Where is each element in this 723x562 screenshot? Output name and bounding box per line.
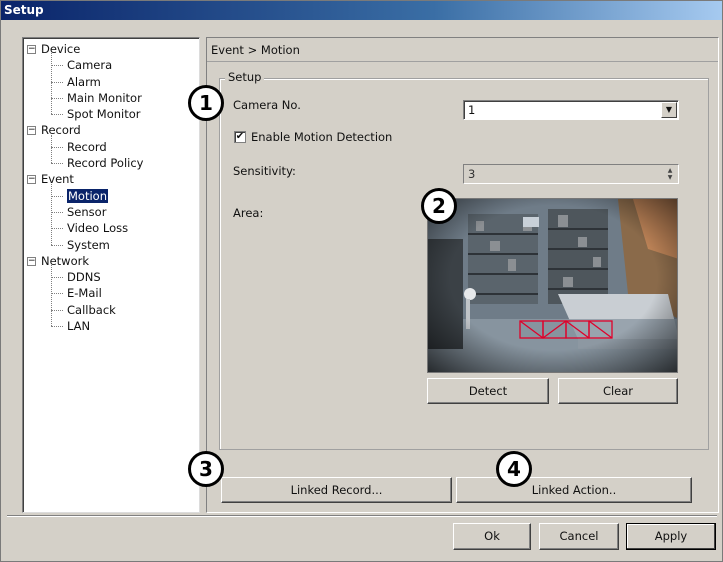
collapse-icon[interactable]: − xyxy=(27,175,36,185)
tree-item-motion[interactable]: Motion xyxy=(27,188,199,204)
sensitivity-value: 3 xyxy=(468,167,476,181)
tree-item-label: DDNS xyxy=(67,270,101,285)
tree-item-lan[interactable]: LAN xyxy=(27,318,199,334)
collapse-icon[interactable]: − xyxy=(27,256,36,266)
check-icon: ✔ xyxy=(235,131,245,142)
tree-node-device[interactable]: − Device xyxy=(27,41,199,57)
tree-node-record[interactable]: − Record xyxy=(27,122,199,138)
camera-no-select[interactable]: 1 ▼ xyxy=(463,100,679,120)
tree-item-label: Camera xyxy=(67,58,113,73)
callout-4: 4 xyxy=(496,451,532,487)
tree-connector xyxy=(51,53,52,115)
tree-item-label: Motion xyxy=(67,188,108,203)
setup-window: Setup − Device Camera Alarm Main Monitor Spot… xyxy=(0,0,723,562)
callout-1: 1 xyxy=(188,85,224,121)
tree-item-spot-monitor[interactable]: Spot Monitor xyxy=(27,106,199,122)
settings-tree[interactable]: − Device Camera Alarm Main Monitor Spot Monit… xyxy=(22,37,200,513)
tree-item-camera[interactable]: Camera xyxy=(27,57,199,73)
linked-action-button[interactable]: Linked Action.. xyxy=(456,477,692,503)
linked-record-button[interactable]: Linked Record... xyxy=(221,477,452,503)
tree-item-video-loss[interactable]: Video Loss xyxy=(27,220,199,236)
apply-button[interactable]: Apply xyxy=(626,523,716,550)
tree-item-e-mail[interactable]: E-Mail xyxy=(27,285,199,301)
tree-node-event[interactable]: − Event xyxy=(27,171,199,187)
tree-item-label: Record Policy xyxy=(67,156,144,171)
tree-node-label: Network xyxy=(41,253,90,268)
area-label: Area: xyxy=(233,206,264,220)
motion-area-preview[interactable] xyxy=(427,198,678,373)
tree-item-label: Alarm xyxy=(67,74,101,89)
camera-no-value: 1 xyxy=(468,103,476,117)
callout-2: 2 xyxy=(421,188,457,224)
ok-button[interactable]: Ok xyxy=(453,523,531,550)
tree-item-label: Main Monitor xyxy=(67,90,142,105)
tree-item-alarm[interactable]: Alarm xyxy=(27,74,199,90)
tree-node-label: Record xyxy=(41,123,81,138)
tree-item-ddns[interactable]: DDNS xyxy=(27,269,199,285)
collapse-icon[interactable]: − xyxy=(27,126,36,136)
tree-item-label: System xyxy=(67,237,110,252)
tree-node-label: Event xyxy=(41,172,74,187)
tree-item-label: Spot Monitor xyxy=(67,107,141,122)
enable-motion-checkbox[interactable]: ✔ xyxy=(234,131,246,143)
window-title: Setup xyxy=(1,1,722,20)
spinner-icon[interactable]: ▲ ▼ xyxy=(664,167,676,181)
tree-item-sensor[interactable]: Sensor xyxy=(27,204,199,220)
tree-item-record-policy[interactable]: Record Policy xyxy=(27,155,199,171)
tree-item-label: LAN xyxy=(67,319,91,334)
footer-separator xyxy=(7,515,717,517)
callout-3: 3 xyxy=(188,451,224,487)
tree-item-label: E-Mail xyxy=(67,286,102,301)
breadcrumb: Event > Motion xyxy=(207,38,718,62)
tree-item-main-monitor[interactable]: Main Monitor xyxy=(27,90,199,106)
sensitivity-spinner[interactable]: 3 ▲ ▼ xyxy=(463,164,679,184)
tree-item-label: Callback xyxy=(67,302,116,317)
tree-item-record[interactable]: Record xyxy=(27,139,199,155)
tree-item-label: Video Loss xyxy=(67,221,129,236)
tree-item-system[interactable]: System xyxy=(27,237,199,253)
tree-item-label: Record xyxy=(67,139,107,154)
sensitivity-label: Sensitivity: xyxy=(233,164,296,178)
clear-button[interactable]: Clear xyxy=(558,378,678,404)
tree-node-label: Device xyxy=(41,42,81,56)
camera-no-label: Camera No. xyxy=(233,98,301,112)
tree-connector xyxy=(51,134,52,164)
enable-motion-label[interactable]: Enable Motion Detection xyxy=(251,130,392,144)
setup-legend: Setup xyxy=(225,70,265,84)
chevron-down-icon[interactable]: ▼ xyxy=(661,102,677,118)
collapse-icon[interactable]: − xyxy=(27,45,36,54)
tree-connector xyxy=(51,265,52,327)
detect-button[interactable]: Detect xyxy=(427,378,549,404)
tree-node-network[interactable]: − Network xyxy=(27,253,199,269)
tree-connector xyxy=(51,183,52,245)
tree-item-label: Sensor xyxy=(67,204,107,219)
camera-image xyxy=(428,199,677,372)
tree-item-callback[interactable]: Callback xyxy=(27,302,199,318)
cancel-button[interactable]: Cancel xyxy=(539,523,619,550)
